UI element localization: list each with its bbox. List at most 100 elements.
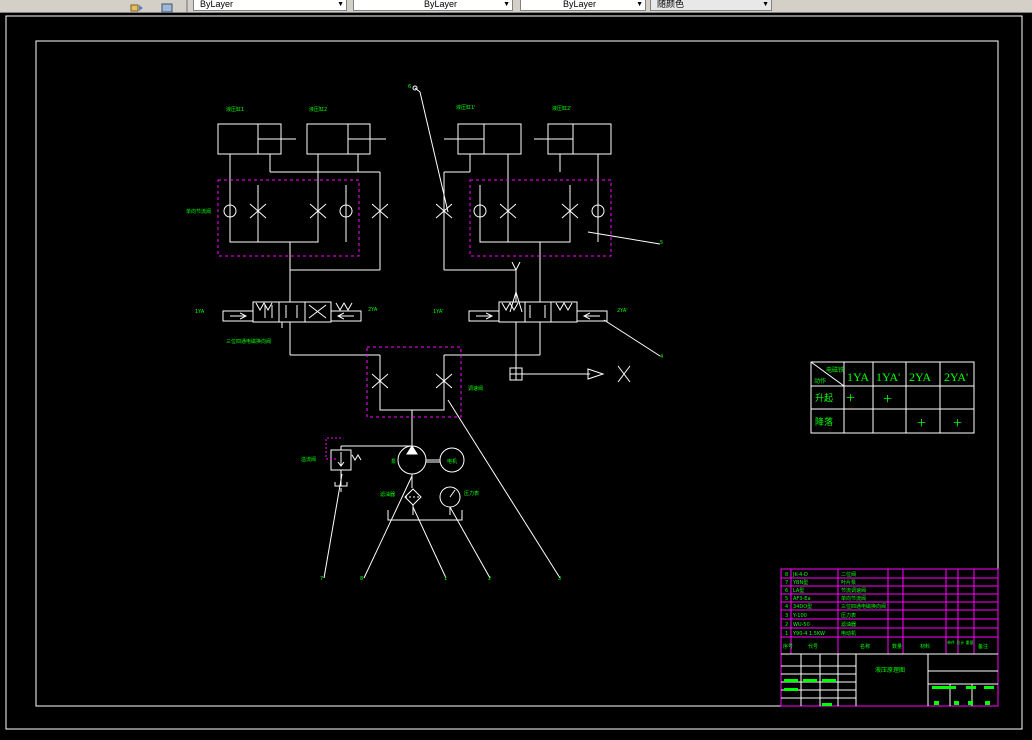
balloon-6: 6	[408, 84, 411, 90]
table-header-1ya-prime: 1YA'	[876, 370, 900, 384]
header-name: 名称	[860, 643, 870, 650]
part-code: YBN型	[792, 579, 808, 586]
header-material: 材料	[920, 643, 930, 650]
balloon-5: 5	[660, 240, 663, 246]
cylinder-3-label: 液压缸1'	[456, 104, 476, 111]
part-code: LA型	[793, 587, 804, 594]
part-no: 5	[785, 596, 788, 602]
layer-states-icon[interactable]	[160, 0, 174, 13]
valve-left-code-left: 1YA	[195, 309, 205, 315]
motor-label: 电机	[447, 458, 457, 465]
layer-tools-icon[interactable]	[130, 0, 144, 12]
center-speed-control-block	[371, 373, 453, 446]
left-check-throttle-block	[223, 185, 453, 302]
toolbar-separator	[186, 0, 188, 12]
balloon-1: 1	[444, 576, 447, 582]
balloon-2: 2	[488, 576, 491, 582]
table-row-lift-label: 升起	[815, 393, 833, 403]
drawing-name: 液压原理图	[875, 666, 905, 674]
color-combo[interactable]: 随颜色 ▼	[650, 0, 772, 11]
table-cell: +	[883, 391, 892, 408]
drawing-svg: 液压缸1 液压缸2 液压缸1' 液压缸2' 单向节流阀 1YA 2YA 三位四通…	[5, 15, 1023, 730]
part-name: 电动机	[841, 630, 856, 637]
lineweight-combo[interactable]: ByLayer ▼	[353, 0, 513, 11]
balloon-4: 4	[660, 354, 663, 360]
cylinder-1	[217, 123, 296, 172]
table-cell: +	[917, 415, 926, 432]
left-block-label: 单向节流阀	[186, 208, 211, 215]
balloon-7: 7	[320, 576, 323, 582]
cylinder-1-label: 液压缸1	[226, 106, 244, 113]
header-note: 备注	[978, 643, 988, 650]
chevron-down-icon[interactable]: ▼	[762, 0, 769, 9]
right-directional-valve	[468, 290, 608, 368]
table-corner-top: 电磁铁	[826, 366, 844, 374]
gauge-label: 压力表	[464, 490, 479, 497]
plotstyle-combo-value: ByLayer	[563, 0, 597, 9]
leader-lines	[323, 85, 661, 579]
left-block-outline	[217, 179, 360, 257]
valve-left-caption: 三位四通电磁换向阀	[226, 338, 271, 345]
part-name: 三位四通电磁换向阀	[841, 603, 886, 610]
part-no: 7	[785, 580, 788, 586]
cylinder-4-label: 液压缸2'	[552, 105, 572, 112]
drawing-canvas[interactable]: 液压缸1 液压缸2 液压缸1' 液压缸2' 单向节流阀 1YA 2YA 三位四通…	[0, 12, 1032, 735]
plotstyle-combo[interactable]: ByLayer ▼	[520, 0, 646, 11]
chevron-down-icon[interactable]: ▼	[503, 0, 510, 9]
linetype-combo[interactable]: ByLayer ▼	[193, 0, 347, 11]
part-no: 4	[785, 604, 788, 610]
header-qty: 数量	[892, 643, 902, 650]
linetype-combo-value: ByLayer	[200, 0, 234, 9]
cylinder-4	[534, 123, 612, 172]
part-no: 2	[785, 622, 788, 628]
valve-left-code-right: 2YA	[368, 307, 378, 313]
chevron-down-icon[interactable]: ▼	[636, 0, 643, 9]
table-header-1ya: 1YA	[847, 370, 869, 384]
title-block-filled-marks	[784, 679, 994, 706]
center-block-label: 调速阀	[468, 385, 483, 392]
valve-right-code-left: 1YA'	[433, 309, 444, 315]
left-directional-valve	[222, 301, 362, 355]
part-no: 3	[785, 613, 788, 619]
pump-label: 泵	[391, 459, 396, 465]
part-name: 滤油器	[841, 621, 856, 628]
cylinder-3	[444, 123, 522, 172]
part-code: Y90-4 1.5KW	[792, 631, 825, 637]
relief-valve-label: 溢流阀	[301, 456, 316, 463]
part-name: 节流调速阀	[841, 587, 866, 594]
part-name: 二位阀	[841, 571, 856, 578]
part-no: 1	[785, 631, 788, 637]
part-name: 单向节流阀	[841, 595, 866, 602]
part-code: JK-4-D	[792, 572, 808, 578]
sheet-boundary	[5, 15, 1023, 730]
balloon-8: 8	[360, 576, 363, 582]
header-weight: 单件 总计 重量	[947, 639, 974, 645]
part-code: 34DO型	[793, 603, 812, 610]
pump-motor-unit	[397, 445, 465, 488]
part-code: AF3-Ea	[793, 596, 811, 602]
table-row-lower-label: 降落	[815, 416, 833, 427]
cylinder-2-label: 液压缸2	[309, 106, 327, 113]
table-header-2ya: 2YA	[909, 370, 931, 384]
table-cell: +	[846, 390, 855, 407]
part-no: 8	[785, 572, 788, 578]
part-no: 6	[785, 588, 788, 594]
part-name: 压力表	[841, 612, 856, 619]
filter-label: 滤油器	[380, 491, 395, 498]
table-cell: +	[953, 415, 962, 432]
valve-right-code-right: 2YA'	[617, 308, 628, 314]
header-no: 序号	[783, 643, 793, 650]
header-code: 代号	[808, 643, 818, 650]
chevron-down-icon[interactable]: ▼	[337, 0, 344, 9]
part-name: 叶片泵	[841, 579, 856, 586]
table-corner-bottom: 动作	[814, 377, 826, 385]
part-code: WU-50	[793, 622, 810, 628]
table-header-2ya-prime: 2YA'	[944, 370, 968, 384]
balloon-3: 3	[558, 576, 561, 582]
lineweight-combo-value: ByLayer	[424, 0, 458, 9]
part-code: Y-100	[792, 613, 807, 619]
title-block	[780, 568, 999, 707]
cylinder-2	[306, 123, 386, 172]
color-combo-value: 随颜色	[657, 0, 685, 9]
right-check-throttle-block	[290, 185, 605, 302]
